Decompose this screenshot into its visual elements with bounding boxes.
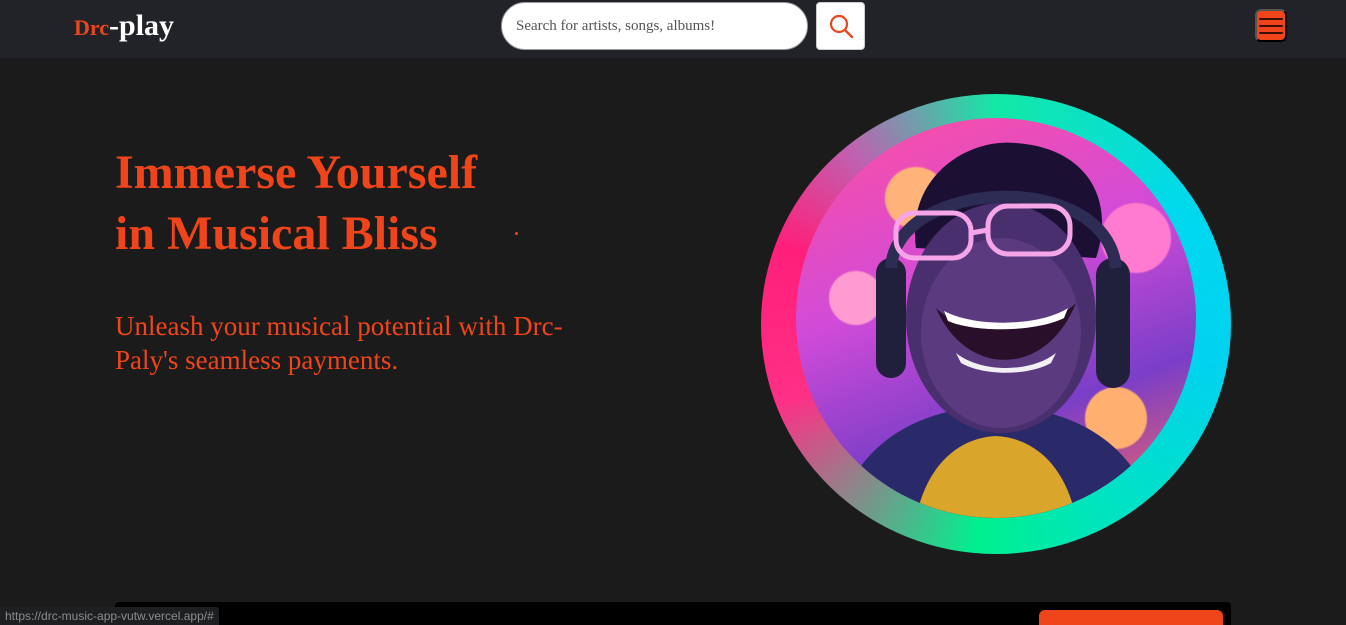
hero-title: Immerse Yourself in Musical Bliss bbox=[115, 142, 535, 264]
hamburger-menu-icon bbox=[1259, 24, 1283, 27]
search-button[interactable] bbox=[816, 2, 865, 50]
bottom-action-button[interactable] bbox=[1039, 610, 1223, 625]
hero-image bbox=[796, 118, 1196, 518]
logo-accent: Drc bbox=[74, 15, 110, 40]
hamburger-menu-icon bbox=[1259, 31, 1283, 34]
hero-subtitle: Unleash your musical potential with Drc-… bbox=[115, 311, 563, 375]
site-logo[interactable]: Drc-play bbox=[74, 8, 174, 46]
navbar: Drc-play bbox=[0, 0, 1346, 58]
status-bar-url: https://drc-music-app-vutw.vercel.app/# bbox=[0, 607, 219, 625]
hero-title-line2: in Musical Bliss bbox=[115, 207, 438, 260]
person-with-headphones-image bbox=[836, 142, 1156, 518]
logo-main: -play bbox=[109, 9, 175, 42]
hamburger-menu-icon bbox=[1259, 17, 1283, 20]
hero-title-line1: Immerse Yourself bbox=[115, 146, 478, 199]
decorative-dot bbox=[515, 232, 518, 235]
hamburger-menu-button[interactable] bbox=[1255, 9, 1287, 42]
search-icon bbox=[829, 14, 853, 39]
search-input[interactable] bbox=[501, 2, 808, 50]
